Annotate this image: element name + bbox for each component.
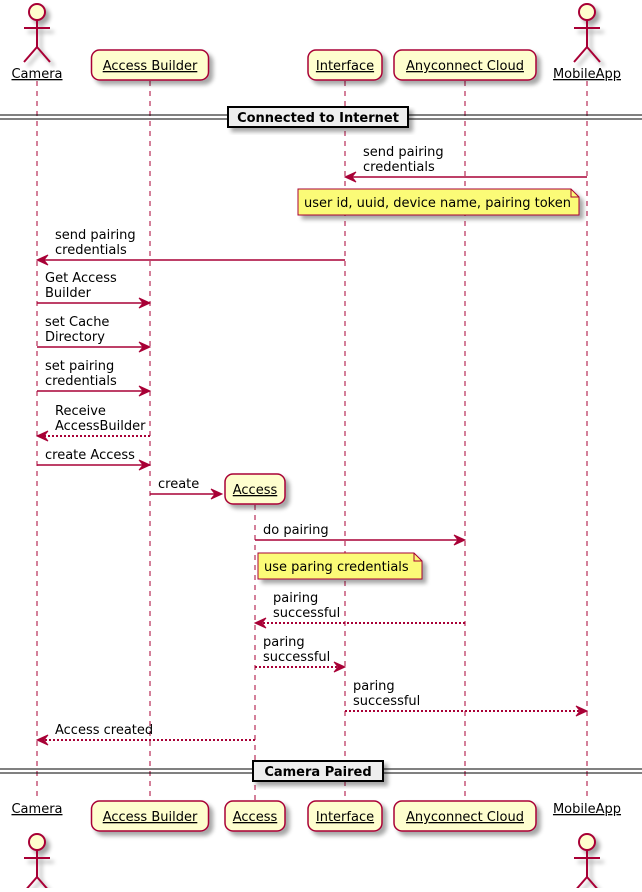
message-label: credentials: [363, 160, 435, 175]
message-label: Directory: [45, 330, 105, 345]
actor-head-icon: [578, 3, 596, 21]
message-label: Get Access: [45, 271, 117, 286]
message-label: successful: [263, 650, 330, 665]
actor-label: Camera: [11, 67, 62, 82]
message-label: do pairing: [263, 523, 329, 538]
actor-mobile-bottom: [573, 833, 601, 892]
actor-leg-icon: [586, 876, 601, 892]
message-label: Builder: [45, 286, 92, 301]
actor-leg-icon: [23, 876, 38, 892]
actor-leg-icon: [36, 876, 51, 892]
actor-head-icon: [28, 833, 46, 851]
actor-leg-icon: [23, 46, 38, 63]
participant-label: Access Builder: [103, 810, 198, 825]
message-label: credentials: [55, 243, 127, 258]
message-label: create: [158, 477, 199, 492]
note-text: use paring credentials: [264, 560, 409, 575]
message-label: successful: [273, 606, 340, 621]
actor-label: MobileApp: [553, 802, 621, 817]
participant-label: Access: [233, 810, 278, 825]
participant-label: Access Builder: [103, 59, 198, 74]
actor-mobile-top: [573, 3, 601, 63]
actor-leg-icon: [36, 46, 51, 63]
participant-label: Interface: [316, 810, 374, 825]
participant-label: Anyconnect Cloud: [406, 59, 524, 74]
participant-label: Access: [233, 483, 278, 498]
actor-label: Camera: [11, 802, 62, 817]
message-label: set pairing: [45, 359, 114, 374]
message-label: Access created: [55, 723, 153, 738]
message-label: credentials: [45, 374, 117, 389]
actor-leg-icon: [573, 46, 588, 63]
divider-label: Camera Paired: [264, 765, 371, 780]
message-label: pairing: [273, 591, 318, 606]
message-label: Receive: [55, 404, 106, 419]
actor-camera-bottom: [23, 833, 51, 892]
note-text: user id, uuid, device name, pairing toke…: [304, 196, 571, 211]
actor-head-icon: [28, 3, 46, 21]
message-label: paring: [353, 679, 395, 694]
message-label: send pairing: [363, 145, 444, 160]
participant-label: Anyconnect Cloud: [406, 810, 524, 825]
message-label: AccessBuilder: [55, 419, 146, 434]
divider-label: Connected to Internet: [237, 111, 399, 126]
sequence-diagram: Connected to Internet Camera Paired send …: [0, 3, 642, 892]
arrowhead-icon: [35, 430, 49, 442]
actor-label: MobileApp: [553, 67, 621, 82]
message-label: create Access: [45, 448, 135, 463]
participant-label: Interface: [316, 59, 374, 74]
message-label: send pairing: [55, 228, 136, 243]
actor-leg-icon: [573, 876, 588, 892]
message-label: paring: [263, 635, 305, 650]
message-label: set Cache: [45, 315, 109, 330]
actor-camera-top: [23, 3, 51, 63]
message-label: successful: [353, 694, 420, 709]
actor-leg-icon: [586, 46, 601, 63]
actor-head-icon: [578, 833, 596, 851]
